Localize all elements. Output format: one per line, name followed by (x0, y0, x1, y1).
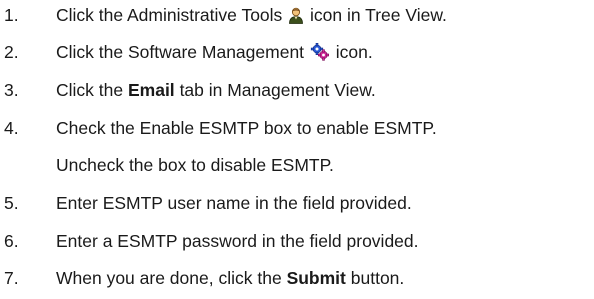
step-text: Click the Software Management icon. (56, 39, 373, 68)
software-management-gears-icon (310, 42, 330, 68)
step-1-text-a: Click the Administrative Tools (56, 5, 283, 25)
step-7-text-a: When you are done, click the (56, 268, 282, 288)
email-tab-name: Email (127, 80, 175, 100)
step-text: Check the Enable ESMTP box to enable ESM… (56, 118, 437, 138)
step-3-text-b: tab in Management View. (179, 80, 376, 100)
step-1-text-b: icon in Tree View. (310, 5, 447, 25)
submit-button-name: Submit (286, 268, 346, 288)
step-number: 3. (4, 80, 19, 100)
step-text: Enter a ESMTP password in the field prov… (56, 231, 419, 251)
step-number: 2. (4, 42, 19, 62)
admin-tools-person-icon (288, 5, 304, 31)
step-text: Click the Email tab in Management View. (56, 77, 376, 103)
instruction-steps: 1. Click the Administrative Tools icon i… (0, 0, 594, 299)
step-2-text-b: icon. (335, 42, 373, 62)
step-number: 6. (4, 231, 19, 251)
step-number: 7. (4, 268, 19, 288)
step-number: 1. (4, 5, 19, 25)
step-text: When you are done, click the Submit butt… (56, 265, 404, 291)
step-3-text-a: Click the (56, 80, 124, 100)
step-7-text-b: button. (350, 268, 405, 288)
step-2-text-a: Click the Software Management (56, 42, 305, 62)
step-text: Enter ESMTP user name in the field provi… (56, 193, 412, 213)
step-number: 4. (4, 118, 19, 138)
step-number: 5. (4, 193, 19, 213)
step-text: Click the Administrative Tools icon in T… (56, 2, 447, 31)
step-text: Uncheck the box to disable ESMTP. (56, 155, 334, 175)
